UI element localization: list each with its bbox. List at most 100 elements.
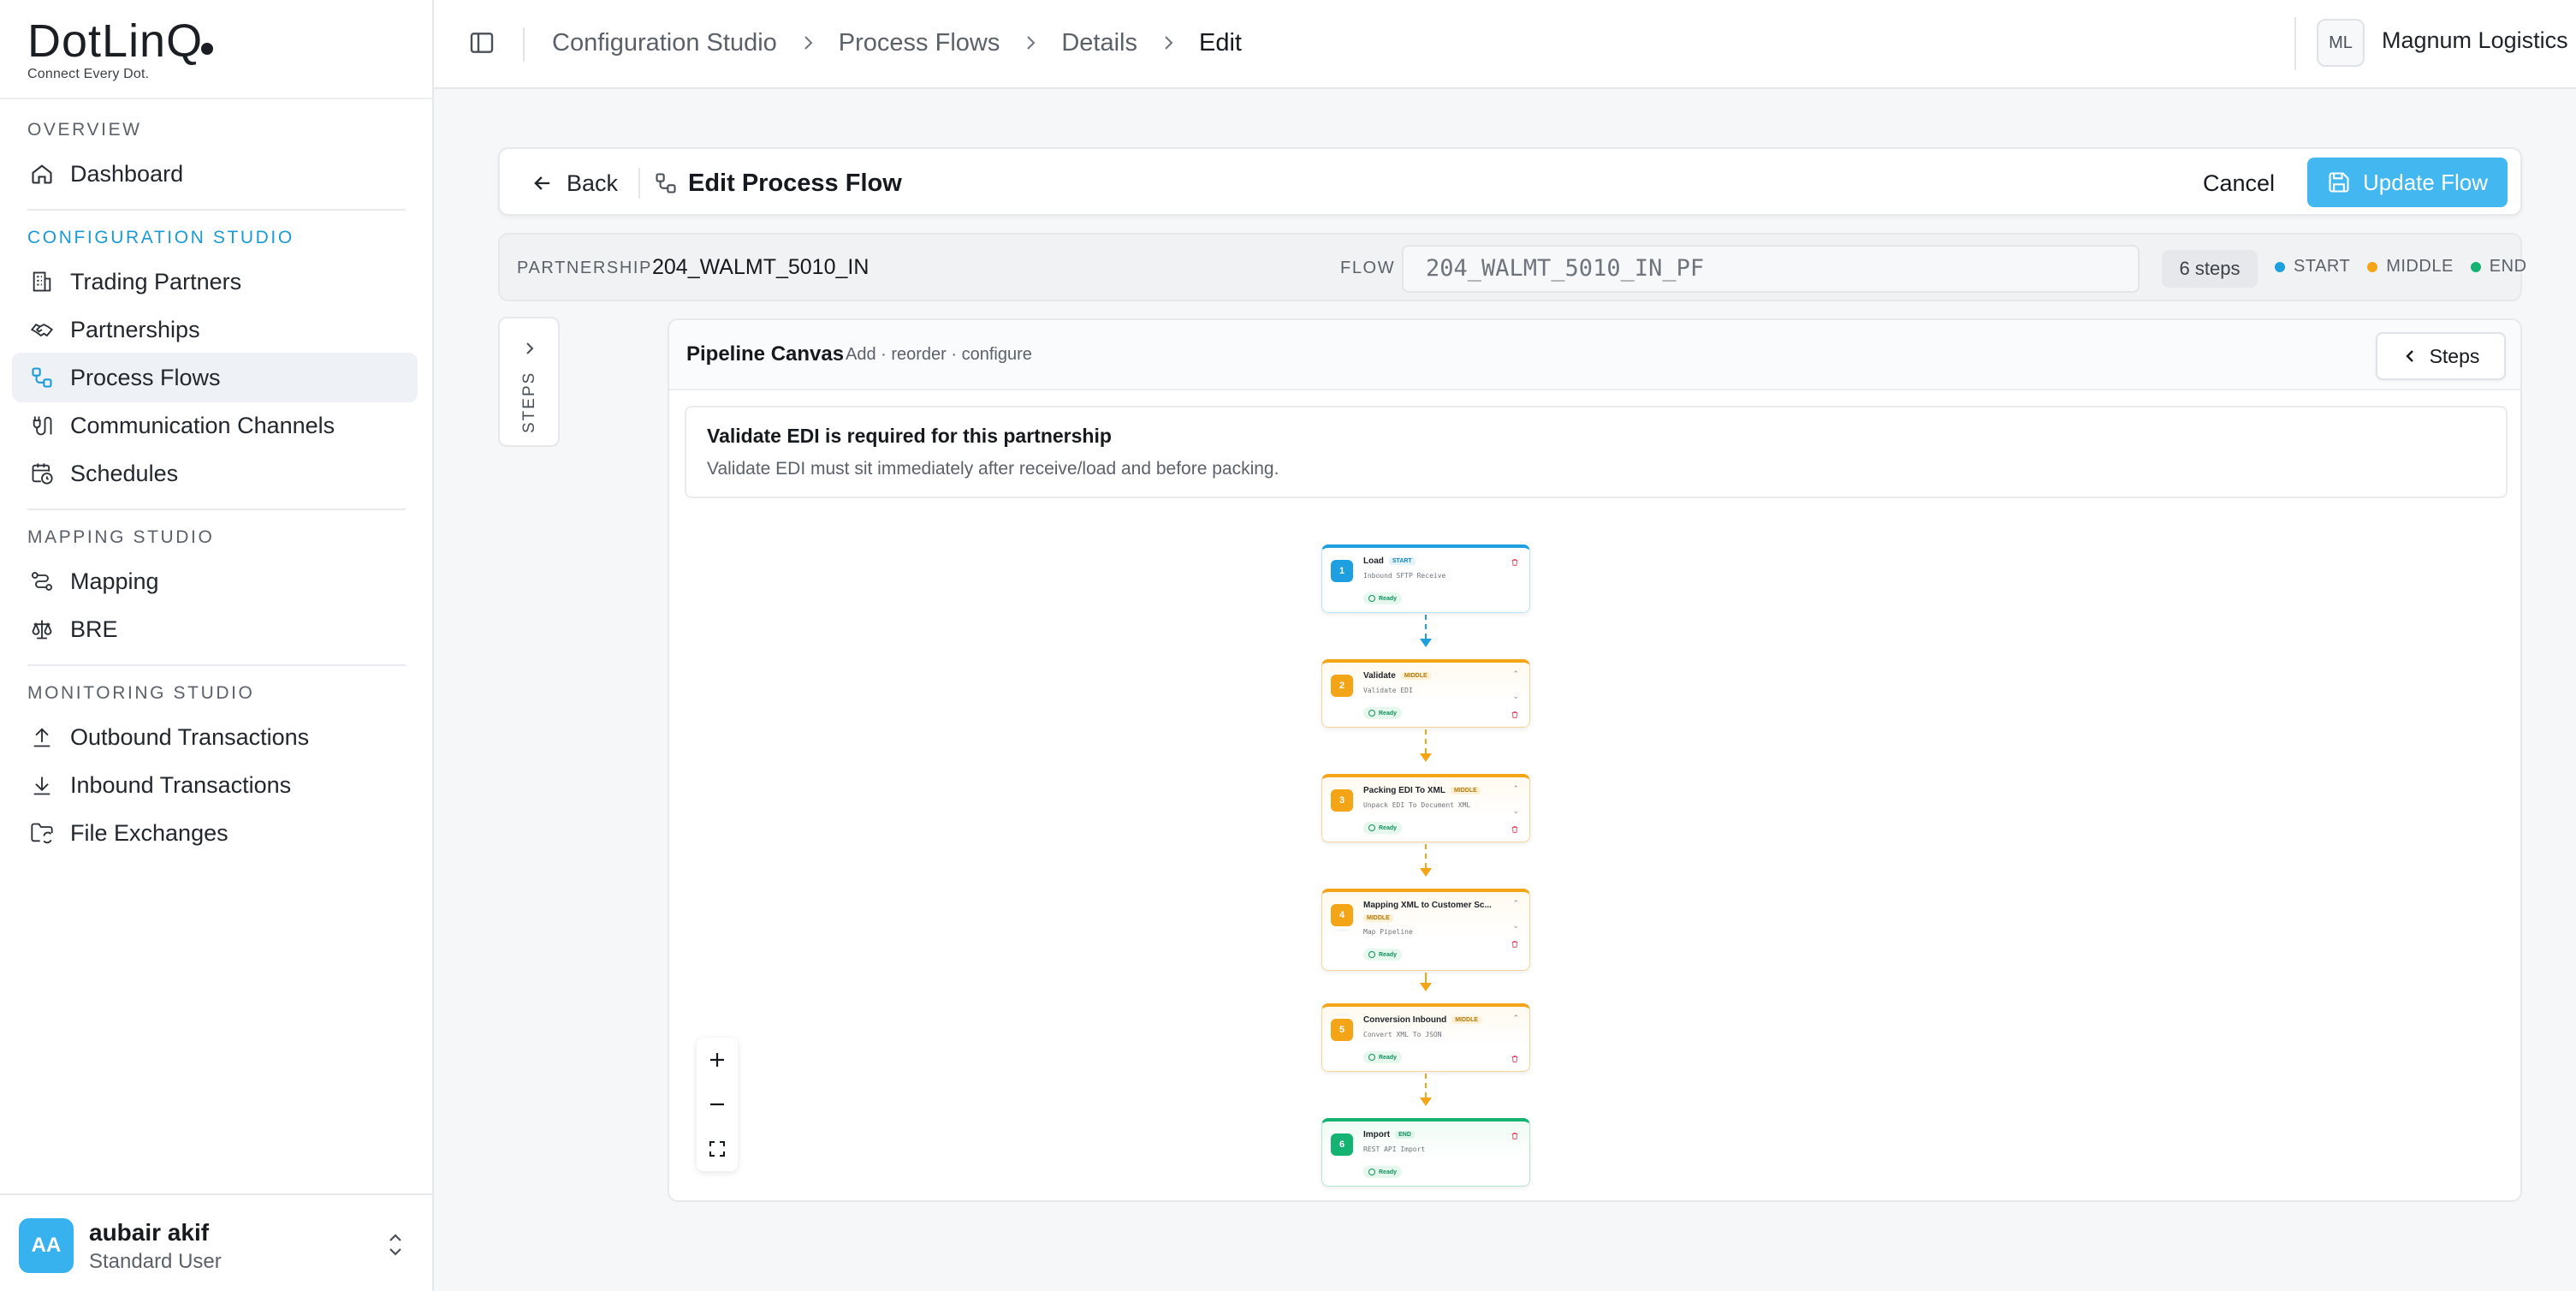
steps-button-label: Steps [2429, 344, 2480, 367]
section-monitoring-studio: MONITORING STUDIO [27, 683, 255, 703]
flow-node-4[interactable]: 4 Mapping XML to Customer Sc... MIDDLE M… [1321, 889, 1530, 971]
node-title: Import END [1363, 1130, 1415, 1139]
divider [638, 168, 640, 199]
scale-icon [29, 616, 55, 642]
sidebar-item-label: BRE [70, 616, 118, 642]
cable-icon [29, 413, 55, 438]
node-title: Validate MIDDLE [1363, 671, 1431, 681]
flow-node-3[interactable]: 3 Packing EDI To XML MIDDLE Unpack EDI To… [1321, 774, 1530, 842]
sidebar-item-label: Trading Partners [70, 268, 242, 294]
sidebar-item-trading-partners[interactable]: Trading Partners [12, 257, 418, 306]
steps-panel-toggle[interactable]: STEPS [498, 317, 560, 447]
arrow-down-icon [1420, 753, 1432, 762]
move-down-icon[interactable]: ⌄ [1512, 692, 1519, 700]
plus-icon [710, 1053, 724, 1067]
divider [523, 27, 525, 62]
flow-name-field[interactable]: 204_WALMT_5010_IN_PF [1402, 245, 2140, 293]
chevron-right-icon [526, 342, 534, 354]
flow-node-6[interactable]: 6 Import END REST API Import Ready [1321, 1118, 1530, 1187]
update-flow-button[interactable]: Update Flow [2307, 158, 2508, 207]
trash-icon[interactable] [1511, 1055, 1519, 1063]
save-icon [2329, 172, 2349, 193]
sidebar-toggle-icon[interactable] [468, 29, 496, 57]
node-type-badge: START [1388, 557, 1416, 565]
steps-button[interactable]: Steps [2376, 332, 2506, 380]
move-down-icon[interactable]: ⌄ [1512, 921, 1519, 930]
move-up-icon[interactable]: ⌃ [1512, 669, 1519, 678]
node-subtitle: Inbound SFTP Receive [1363, 572, 1446, 580]
partnership-label: PARTNERSHIP [517, 259, 653, 277]
chevron-right-icon [1027, 36, 1036, 50]
fullscreen-icon [709, 1141, 725, 1157]
status-badge: Ready [1363, 707, 1403, 719]
sidebar-item-communication-channels[interactable]: Communication Channels [12, 401, 418, 450]
trash-icon[interactable] [1511, 711, 1519, 719]
zoom-in-button[interactable] [697, 1038, 738, 1082]
sidebar-item-label: Dashboard [70, 160, 184, 187]
canvas-subtitle: Add · reorder · configure [846, 345, 1032, 364]
building-icon [29, 269, 55, 294]
connector [1425, 973, 1427, 983]
move-up-icon[interactable]: ⌃ [1512, 784, 1519, 793]
route-icon [29, 568, 55, 594]
sidebar-item-partnerships[interactable]: Partnerships [12, 305, 418, 354]
check-circle-icon [1368, 824, 1375, 831]
zoom-controls [697, 1038, 738, 1171]
move-up-icon[interactable]: ⌃ [1512, 1014, 1519, 1022]
node-subtitle: Validate EDI [1363, 687, 1413, 694]
steps-rail-label: STEPS [520, 371, 538, 433]
sidebar-item-mapping[interactable]: Mapping [12, 556, 418, 606]
top-bar: Configuration Studio Process Flows Detai… [434, 0, 2576, 89]
cancel-button[interactable]: Cancel [2203, 164, 2275, 202]
trash-icon[interactable] [1511, 558, 1519, 567]
back-button[interactable]: Back [531, 166, 618, 200]
workflow-icon [656, 173, 676, 193]
sidebar-item-process-flows[interactable]: Process Flows [12, 353, 418, 402]
sidebar-divider [0, 98, 432, 99]
steps-count-badge: 6 steps [2162, 250, 2258, 288]
move-down-icon[interactable]: ⌄ [1512, 806, 1519, 815]
flow-node-2[interactable]: 2 Validate MIDDLE Validate EDI Ready ⌃ ⌄ [1321, 659, 1530, 728]
canvas-header: Pipeline Canvas Add · reorder · configur… [669, 320, 2520, 390]
status-badge: Ready [1363, 1166, 1403, 1178]
breadcrumb-process-flows[interactable]: Process Flows [839, 29, 1000, 57]
logo-dot-icon [201, 43, 214, 55]
flow-node-5[interactable]: 5 Conversion Inbound MIDDLE Convert XML T… [1321, 1003, 1530, 1072]
section-configuration-studio: CONFIGURATION STUDIO [27, 228, 294, 247]
sidebar-item-dashboard[interactable]: Dashboard [12, 149, 418, 199]
sidebar-item-inbound-transactions[interactable]: Inbound Transactions [12, 760, 418, 810]
legend-middle: MIDDLE [2386, 257, 2454, 276]
legend-end: END [2489, 257, 2527, 276]
flow-info-bar: PARTNERSHIP 204_WALMT_5010_IN FLOW 204_W… [498, 233, 2526, 301]
fit-view-button[interactable] [697, 1127, 738, 1171]
group-divider [27, 664, 406, 666]
trash-icon[interactable] [1511, 1132, 1519, 1140]
legend-dot-start [2275, 261, 2285, 272]
status-badge: Ready [1363, 822, 1403, 834]
breadcrumb-details[interactable]: Details [1061, 29, 1137, 57]
sidebar-item-label: Schedules [70, 460, 179, 486]
brand-logo[interactable]: DotLinQ Connect Every Dot. [27, 17, 214, 82]
calendar-clock-icon [29, 461, 55, 486]
org-avatar[interactable]: ML [2317, 19, 2365, 67]
sidebar-item-file-exchanges[interactable]: File Exchanges [12, 808, 418, 858]
node-subtitle: Convert XML To JSON [1363, 1031, 1442, 1038]
flow-node-1[interactable]: 1 Load START Inbound SFTP Receive Ready [1321, 544, 1530, 613]
sidebar-item-label: Mapping [70, 568, 159, 594]
sidebar-item-outbound-transactions[interactable]: Outbound Transactions [12, 712, 418, 762]
trash-icon[interactable] [1511, 940, 1519, 949]
user-menu[interactable]: AA aubair akif Standard User [0, 1193, 432, 1291]
breadcrumb: Configuration Studio Process Flows Detai… [552, 26, 1242, 60]
sidebar-item-bre[interactable]: BRE [12, 604, 418, 654]
canvas-title: Pipeline Canvas [686, 342, 845, 366]
breadcrumb-configuration-studio[interactable]: Configuration Studio [552, 29, 777, 57]
zoom-out-button[interactable] [697, 1082, 738, 1127]
move-up-icon[interactable]: ⌃ [1512, 899, 1519, 907]
status-badge: Ready [1363, 592, 1403, 604]
sidebar-item-schedules[interactable]: Schedules [12, 449, 418, 498]
step-number: 6 [1331, 1133, 1353, 1156]
legend-dot-middle [2367, 261, 2378, 272]
org-name[interactable]: Magnum Logistics [2382, 27, 2568, 54]
trash-icon[interactable] [1511, 825, 1519, 834]
brand-tagline: Connect Every Dot. [27, 67, 150, 81]
